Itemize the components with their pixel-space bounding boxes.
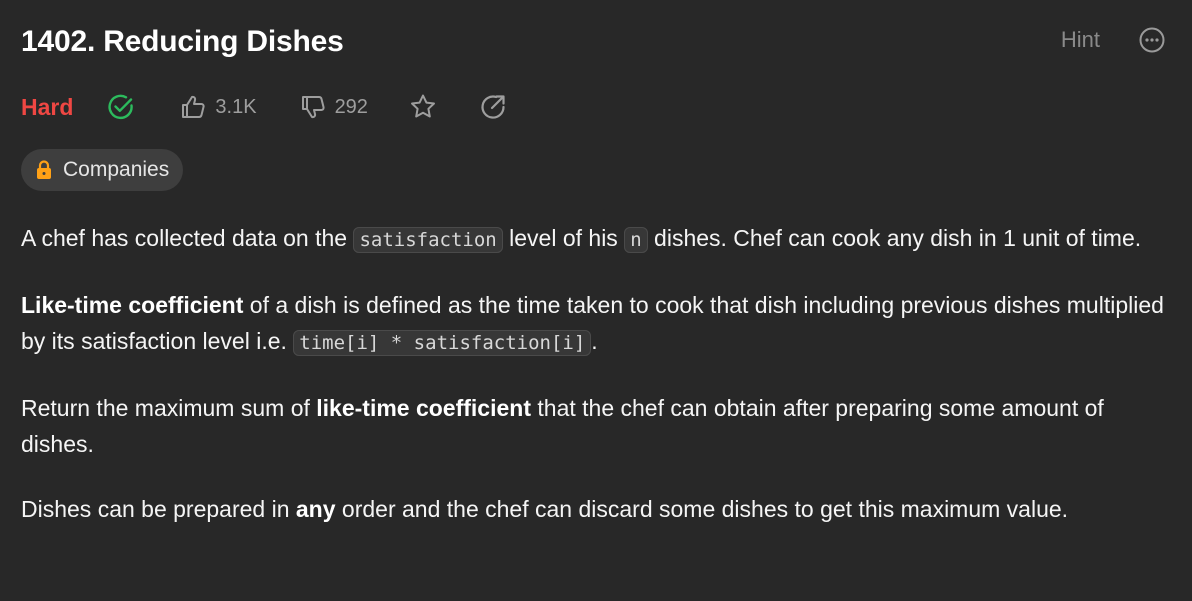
problem-statement: A chef has collected data on the satisfa… — [21, 220, 1171, 556]
statement-paragraph-1: A chef has collected data on the satisfa… — [21, 220, 1171, 258]
problem-title[interactable]: 1402. Reducing Dishes — [21, 22, 344, 62]
statement-text: order and the chef can discard some dish… — [335, 496, 1069, 522]
bold-term: Like-time coefficient — [21, 292, 244, 318]
header-actions: Hint — [1061, 26, 1166, 54]
solved-status — [107, 93, 135, 121]
lock-icon — [37, 160, 51, 179]
statement-text: . — [591, 328, 598, 354]
statement-text: A chef has collected data on the — [21, 225, 354, 251]
more-options-button[interactable] — [1138, 26, 1166, 54]
difficulty-badge: Hard — [21, 94, 74, 120]
inline-code: time[i] * satisfaction[i] — [293, 330, 592, 356]
companies-label: Companies — [63, 158, 170, 181]
like-count: 3.1K — [215, 95, 257, 118]
share-button[interactable] — [478, 92, 508, 122]
inline-code: n — [624, 227, 648, 253]
statement-text: level of his — [502, 225, 625, 251]
inline-code: satisfaction — [353, 227, 503, 253]
hint-link[interactable]: Hint — [1061, 26, 1100, 54]
statement-text: Return the maximum sum of — [21, 395, 317, 421]
favorite-button[interactable] — [408, 92, 438, 122]
thumbs-down-icon — [301, 96, 325, 119]
share-icon — [481, 95, 505, 119]
problem-description-panel: 1402. Reducing Dishes Hint Hard 3.1K 292… — [0, 0, 1192, 601]
thumbs-up-icon — [182, 95, 206, 118]
check-circle-icon — [108, 94, 134, 120]
statement-paragraph-3: Return the maximum sum of like-time coef… — [21, 390, 1171, 462]
more-horizontal-icon — [1139, 27, 1165, 53]
statement-paragraph-4: Dishes can be prepared in any order and … — [21, 491, 1171, 527]
statement-text: Dishes can be prepared in — [21, 496, 296, 522]
like-button[interactable]: 3.1K — [179, 93, 257, 121]
statement-paragraph-2: Like-time coefficient of a dish is defin… — [21, 287, 1171, 361]
statement-text: dishes. Chef can cook any dish in 1 unit… — [647, 225, 1142, 251]
dislike-button[interactable]: 292 — [299, 93, 368, 121]
bold-term: any — [295, 496, 336, 522]
dislike-count: 292 — [334, 95, 368, 118]
bold-term: like-time coefficient — [316, 395, 531, 421]
star-icon — [410, 94, 435, 118]
problem-meta-row: Hard 3.1K 292 — [21, 89, 508, 125]
companies-tag-button[interactable]: Companies — [21, 149, 184, 191]
